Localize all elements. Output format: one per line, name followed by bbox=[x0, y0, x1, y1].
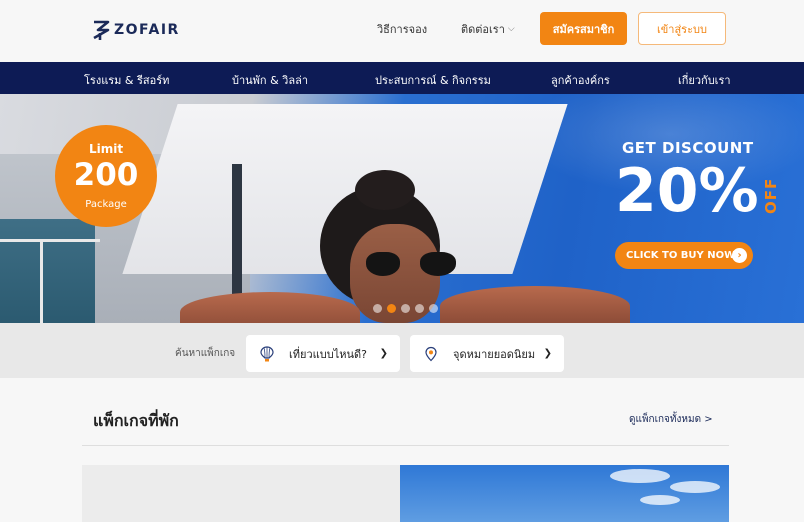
limit-sub: Package bbox=[85, 199, 127, 210]
category-about-us[interactable]: เกี่ยวกับเรา bbox=[678, 71, 731, 89]
category-nav: โรงแรม & รีสอร์ท บ้านพัก & วิลล่า ประสบก… bbox=[0, 62, 804, 94]
carousel-dot[interactable] bbox=[415, 304, 424, 313]
map-pin-icon bbox=[423, 346, 439, 362]
hot-air-balloon-icon bbox=[259, 345, 275, 362]
package-card-placeholder[interactable] bbox=[82, 465, 400, 522]
building-window bbox=[0, 219, 95, 323]
brand-name: ZOFAIR bbox=[114, 22, 180, 38]
login-button[interactable]: เข้าสู่ระบบ bbox=[638, 12, 726, 45]
model-left-arm bbox=[180, 292, 360, 323]
package-search-bar: ค้นหาแพ็กเกจ เที่ยวแบบไหนดี? ❯ จุดหมายยอ… bbox=[0, 323, 804, 378]
chevron-down-icon: ❯ bbox=[379, 348, 388, 359]
arrow-right-circle-icon: › bbox=[732, 248, 747, 263]
category-hotels-resorts[interactable]: โรงแรม & รีสอร์ท bbox=[84, 71, 169, 89]
register-button[interactable]: สมัครสมาชิก bbox=[540, 12, 627, 45]
chevron-down-icon: ⌵ bbox=[507, 24, 515, 34]
discount-title: GET DISCOUNT bbox=[622, 139, 754, 157]
buy-now-label: CLICK TO BUY NOW bbox=[626, 250, 736, 261]
view-all-link[interactable]: ดูแพ็กเกจทั้งหมด > bbox=[629, 412, 713, 427]
nav-contact-label: ติดต่อเรา bbox=[461, 23, 505, 36]
search-label: ค้นหาแพ็กเกจ bbox=[175, 348, 236, 359]
category-houses-villas[interactable]: บ้านพัก & วิลล่า bbox=[232, 71, 308, 89]
category-experiences-activities[interactable]: ประสบการณ์ & กิจกรรม bbox=[375, 71, 491, 89]
balcony-rail bbox=[0, 239, 100, 242]
destination-value: จุดหมายยอดนิยม bbox=[453, 347, 536, 361]
carousel-dot[interactable] bbox=[401, 304, 410, 313]
brand-logo[interactable]: ZOFAIR bbox=[92, 19, 180, 41]
cloud-shape bbox=[640, 495, 680, 505]
section-title: แพ็กเกจที่พัก bbox=[93, 411, 179, 430]
nav-contact[interactable]: ติดต่อเรา ⌵ bbox=[461, 20, 515, 38]
top-header: ZOFAIR วิธีการจอง ติดต่อเรา ⌵ สมัครสมาชิ… bbox=[0, 0, 804, 62]
category-corporate-clients[interactable]: ลูกค้าองค์กร bbox=[551, 71, 610, 89]
travel-style-value: เที่ยวแบบไหนดี? bbox=[289, 347, 367, 361]
buy-now-button[interactable]: CLICK TO BUY NOW › bbox=[615, 242, 753, 269]
cloud-shape bbox=[610, 469, 670, 483]
carousel-dots bbox=[373, 304, 438, 313]
chevron-down-icon: ❯ bbox=[543, 348, 552, 359]
limit-label: Limit bbox=[88, 142, 124, 156]
packages-section: แพ็กเกจที่พัก ดูแพ็กเกจทั้งหมด > bbox=[0, 378, 804, 522]
travel-style-select[interactable]: เที่ยวแบบไหนดี? ❯ bbox=[246, 335, 400, 372]
carousel-dot-active[interactable] bbox=[387, 304, 396, 313]
cloud-shape bbox=[670, 481, 720, 493]
destination-select[interactable]: จุดหมายยอดนิยม ❯ bbox=[410, 335, 564, 372]
discount-value: 20% bbox=[615, 156, 759, 226]
zofair-logo-icon bbox=[93, 20, 110, 40]
section-divider bbox=[82, 445, 729, 446]
model-hair-bun bbox=[355, 170, 415, 210]
package-card-image[interactable] bbox=[400, 465, 729, 522]
limit-number: 200 bbox=[73, 157, 139, 193]
model-right-arm bbox=[440, 286, 630, 323]
sunglasses-right-lens bbox=[420, 252, 456, 276]
sunglasses-left-lens bbox=[366, 252, 400, 276]
discount-off: OFF bbox=[762, 177, 780, 214]
nav-how-to-book[interactable]: วิธีการจอง bbox=[377, 20, 427, 38]
carousel-dot[interactable] bbox=[429, 304, 438, 313]
balcony-post bbox=[40, 242, 43, 323]
limit-badge: Limit 200 Package bbox=[55, 125, 157, 227]
carousel-dot[interactable] bbox=[373, 304, 382, 313]
hero-banner[interactable]: Limit 200 Package GET DISCOUNT 20% OFF C… bbox=[0, 94, 804, 323]
